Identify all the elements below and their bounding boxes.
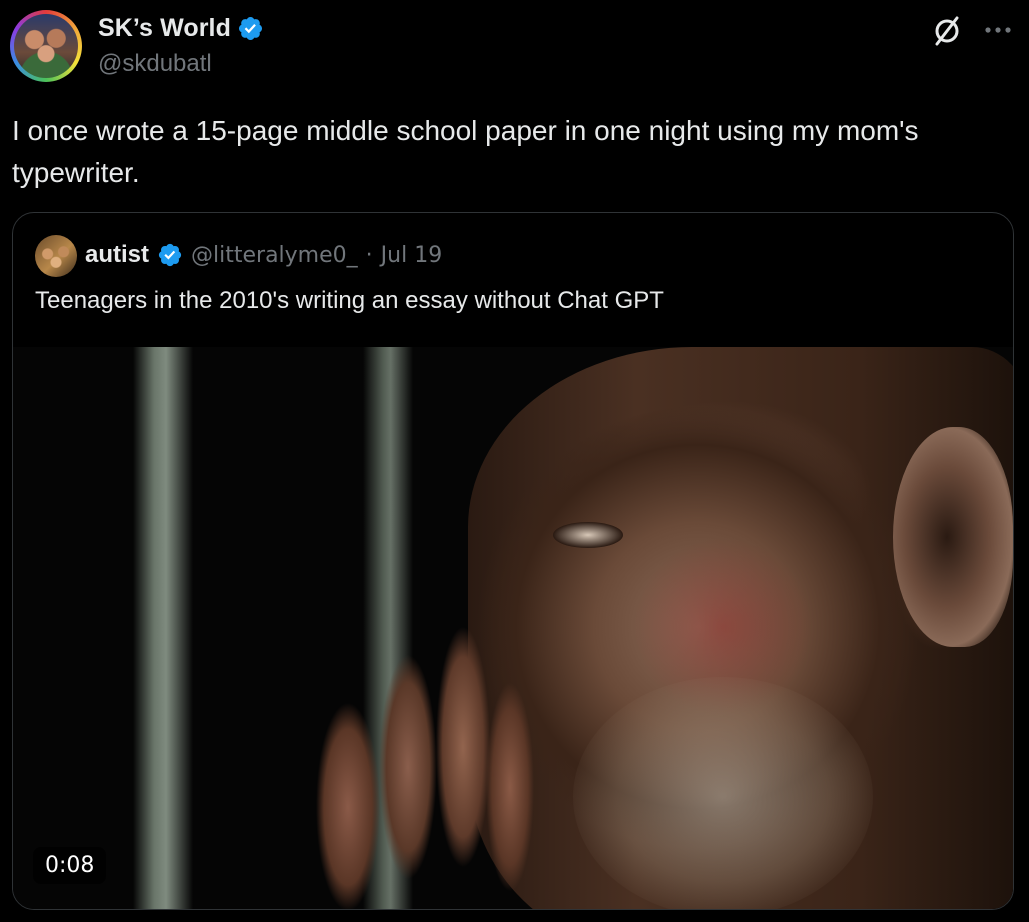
quoted-tweet-card[interactable]: autist @litteralyme0_ · Jul 19 Teenagers… bbox=[12, 212, 1014, 910]
meta-separator: · bbox=[365, 242, 373, 268]
quoted-tweet-header: autist @litteralyme0_ · Jul 19 bbox=[85, 241, 442, 269]
video-frame-detail bbox=[893, 427, 1013, 647]
more-horizontal-icon[interactable] bbox=[980, 18, 1016, 42]
background-light-stripe bbox=[133, 347, 193, 909]
video-frame-hands bbox=[278, 617, 558, 909]
author-name-text: SK’s World bbox=[98, 14, 231, 42]
quoted-tweet-text: Teenagers in the 2010's writing an essay… bbox=[35, 287, 664, 314]
quoted-tweet-meta: @litteralyme0_ · Jul 19 bbox=[191, 243, 442, 268]
video-frame-detail bbox=[553, 522, 623, 548]
author-display-name[interactable]: SK’s World bbox=[98, 14, 264, 43]
verified-badge-icon bbox=[158, 243, 182, 267]
video-player[interactable]: 0:08 bbox=[13, 347, 1013, 909]
quoted-author-name[interactable]: autist bbox=[85, 241, 149, 269]
quoted-author-handle[interactable]: @litteralyme0_ bbox=[191, 243, 358, 268]
quoted-tweet-date[interactable]: Jul 19 bbox=[381, 243, 443, 268]
quoted-author-avatar[interactable] bbox=[35, 235, 77, 277]
author-handle[interactable]: @skdubatl bbox=[98, 50, 212, 78]
author-avatar[interactable] bbox=[10, 10, 82, 82]
video-duration-badge: 0:08 bbox=[33, 847, 107, 884]
avatar-image bbox=[14, 14, 78, 78]
verified-badge-icon bbox=[238, 16, 262, 41]
video-frame-detail bbox=[573, 677, 873, 909]
grok-icon[interactable] bbox=[930, 14, 964, 48]
tweet-text: I once wrote a 15-page middle school pap… bbox=[12, 115, 919, 188]
